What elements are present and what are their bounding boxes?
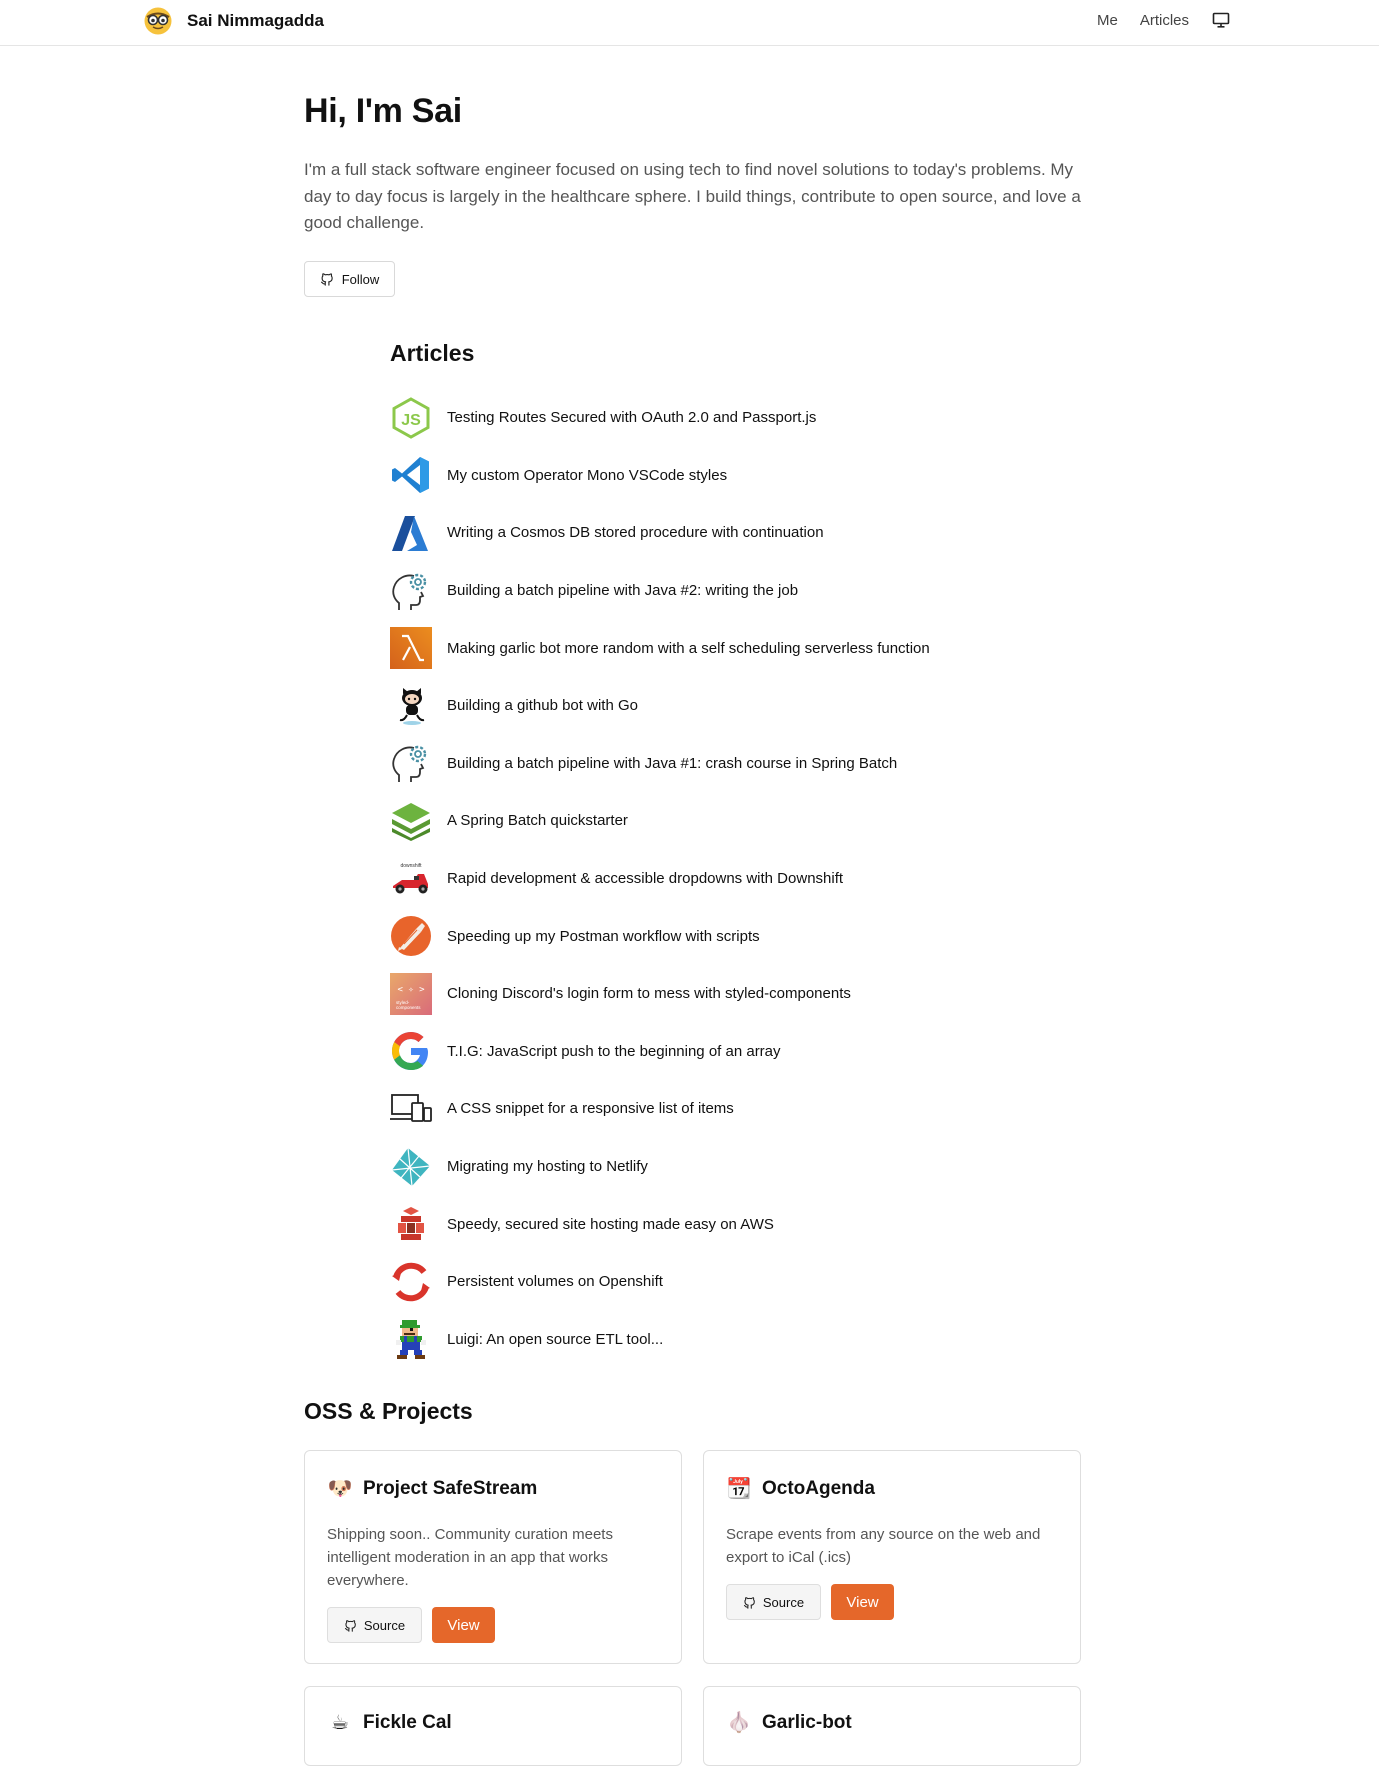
project-card: 📆 OctoAgenda Scrape events from any sour… [703,1450,1081,1664]
article-item[interactable]: JS Testing Routes Secured with OAuth 2.0… [390,389,1090,447]
view-button[interactable]: View [831,1584,894,1620]
aws-icon [390,1203,432,1245]
nav-link-me[interactable]: Me [1097,12,1118,29]
nav-link-articles[interactable]: Articles [1140,12,1189,29]
coffee-icon: ☕ [331,1712,349,1734]
nodejs-icon: JS [390,397,432,439]
project-description: Shipping soon.. Community curation meets… [327,1526,613,1589]
article-item[interactable]: Persistent volumes on Openshift [390,1253,1090,1311]
github-icon [743,1596,755,1609]
article-title[interactable]: Cloning Discord's login form to mess wit… [447,985,851,1002]
article-item[interactable]: Building a github bot with Go [390,677,1090,735]
netlify-icon [390,1146,432,1188]
project-card: 🧄 Garlic-bot [703,1686,1081,1766]
article-title[interactable]: Luigi: An open source ETL tool... [447,1331,663,1348]
project-name: Project SafeStream [363,1478,538,1499]
github-icon [344,1619,356,1632]
article-item[interactable]: Writing a Cosmos DB stored procedure wit… [390,504,1090,562]
article-title[interactable]: Speedy, secured site hosting made easy o… [447,1216,774,1233]
project-card: 🐶 Project SafeStream Shipping soon.. Com… [304,1450,682,1664]
article-item[interactable]: Speeding up my Postman workflow with scr… [390,907,1090,965]
octocat-icon [390,685,432,727]
project-name: OctoAgenda [762,1478,875,1499]
articles-heading: Articles [390,340,475,366]
luigi-icon [390,1318,432,1360]
article-title[interactable]: A Spring Batch quickstarter [447,812,628,829]
head-gear-icon [390,742,432,784]
source-label: Source [363,1617,406,1633]
svg-text:< ✧ >: < ✧ > [397,985,425,995]
project-card: ☕ Fickle Cal [304,1686,682,1766]
page-title: Hi, I'm Sai [304,92,462,130]
head-gear-icon [390,570,432,612]
main-nav: Me Articles [1097,10,1231,30]
aws-lambda-icon [390,627,432,670]
article-title[interactable]: Writing a Cosmos DB stored procedure wit… [447,524,824,541]
articles-list: JS Testing Routes Secured with OAuth 2.0… [390,389,1090,1368]
follow-button[interactable]: Follow [304,261,395,297]
garlic-icon: 🧄 [726,1712,752,1734]
article-item[interactable]: Speedy, secured site hosting made easy o… [390,1195,1090,1253]
nerd-face-logo-icon [144,7,172,35]
article-item[interactable]: Migrating my hosting to Netlify [390,1138,1090,1196]
article-item[interactable]: Building a batch pipeline with Java #1: … [390,735,1090,793]
article-item[interactable]: My custom Operator Mono VSCode styles [390,447,1090,505]
brand[interactable]: Sai Nimmagadda [143,6,324,36]
article-item[interactable]: Building a batch pipeline with Java #2: … [390,562,1090,620]
article-title[interactable]: T.I.G: JavaScript push to the beginning … [447,1043,781,1060]
source-button[interactable]: Source [726,1584,821,1620]
article-item[interactable]: Luigi: An open source ETL tool... [390,1311,1090,1369]
view-button[interactable]: View [432,1607,495,1643]
article-title[interactable]: Speeding up my Postman workflow with scr… [447,928,760,945]
article-title[interactable]: Testing Routes Secured with OAuth 2.0 an… [447,409,816,426]
article-item[interactable]: downshift Rapid development & accessible… [390,850,1090,908]
svg-text:downshift: downshift [400,863,422,869]
vscode-icon [390,454,432,496]
dog-face-icon: 🐶 [327,1478,353,1500]
article-title[interactable]: A CSS snippet for a responsive list of i… [447,1100,734,1117]
article-item[interactable]: A CSS snippet for a responsive list of i… [390,1080,1090,1138]
article-item[interactable]: Making garlic bot more random with a sel… [390,619,1090,677]
project-description: Scrape events from any source on the web… [726,1526,1041,1566]
source-label: Source [762,1594,805,1610]
postman-icon [390,915,432,957]
article-item[interactable]: A Spring Batch quickstarter [390,792,1090,850]
source-button[interactable]: Source [327,1607,422,1643]
openshift-icon [390,1261,432,1303]
article-title[interactable]: Migrating my hosting to Netlify [447,1158,648,1175]
monitor-icon[interactable] [1211,10,1231,30]
downshift-icon: downshift [390,858,432,900]
article-title[interactable]: My custom Operator Mono VSCode styles [447,467,727,484]
hero-section: Hi, I'm Sai I'm a full stack software en… [304,92,1084,237]
azure-icon [390,512,432,554]
spring-batch-icon [390,800,432,842]
bio-text: I'm a full stack software engineer focus… [304,160,1081,232]
top-navbar: Sai Nimmagadda Me Articles [0,0,1379,46]
oss-heading: OSS & Projects [304,1398,473,1424]
responsive-devices-icon [390,1088,432,1130]
follow-label: Follow [341,271,380,287]
calendar-icon: 📆 [726,1478,752,1500]
article-title[interactable]: Making garlic bot more random with a sel… [447,640,930,657]
google-icon [390,1030,432,1072]
article-item[interactable]: T.I.G: JavaScript push to the beginning … [390,1023,1090,1081]
svg-text:JS: JS [401,412,421,429]
article-title[interactable]: Persistent volumes on Openshift [447,1273,663,1290]
site-name: Sai Nimmagadda [187,11,324,30]
article-title[interactable]: Building a batch pipeline with Java #2: … [447,582,798,599]
svg-text:components: components [396,1005,421,1010]
github-icon [320,273,333,286]
article-title[interactable]: Building a batch pipeline with Java #1: … [447,755,897,772]
article-title[interactable]: Building a github bot with Go [447,697,638,714]
styled-components-icon: < ✧ > styled-components [390,972,432,1015]
article-title[interactable]: Rapid development & accessible dropdowns… [447,870,843,887]
article-item[interactable]: < ✧ > styled-components Cloning Discord's… [390,965,1090,1023]
